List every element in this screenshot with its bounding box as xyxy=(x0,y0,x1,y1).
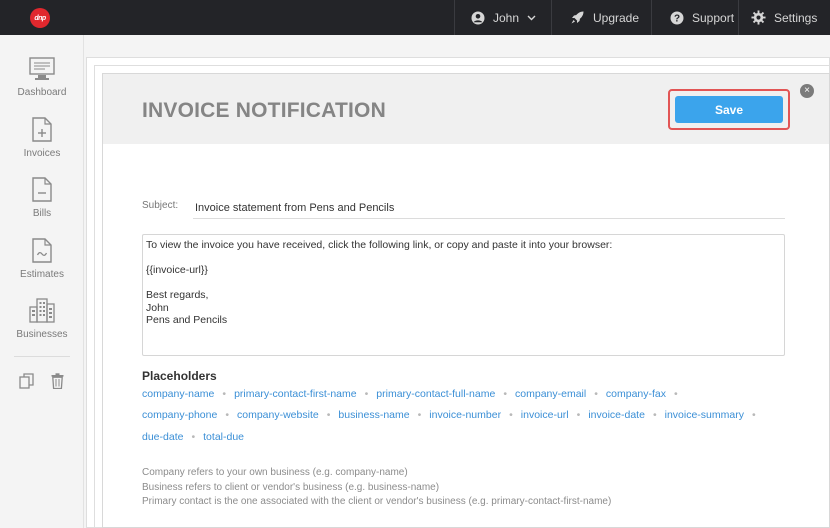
sidebar-item-label: Invoices xyxy=(23,148,61,159)
sidebar-item-label: Businesses xyxy=(16,329,68,340)
save-button[interactable]: Save xyxy=(675,96,783,123)
placeholder-link[interactable]: total-due xyxy=(203,431,244,443)
support-link[interactable]: ? Support xyxy=(651,0,738,35)
svg-text:?: ? xyxy=(674,13,680,24)
copy-button[interactable] xyxy=(19,373,34,394)
placeholder-link[interactable]: company-website xyxy=(237,409,319,421)
copy-icon xyxy=(19,373,34,389)
sidebar-item-label: Bills xyxy=(32,208,52,219)
subject-input[interactable] xyxy=(193,197,785,219)
top-bar: dnp John Upgrade ? Support Settings xyxy=(0,0,830,35)
user-icon xyxy=(471,11,485,25)
subject-label: Subject: xyxy=(142,200,179,211)
settings-link[interactable]: Settings xyxy=(738,0,830,35)
placeholder-link[interactable]: company-email xyxy=(515,388,586,400)
invoice-icon xyxy=(32,117,52,142)
placeholder-row: due-date • total-due xyxy=(142,431,245,443)
monitor-icon xyxy=(29,57,55,80)
estimate-icon xyxy=(32,238,52,263)
buildings-icon xyxy=(29,298,55,323)
placeholder-link[interactable]: business-name xyxy=(338,409,409,421)
bill-icon xyxy=(32,177,52,202)
trash-button[interactable] xyxy=(51,373,64,394)
close-icon[interactable]: × xyxy=(800,84,814,98)
upgrade-link[interactable]: Upgrade xyxy=(551,0,651,35)
page-title: INVOICE NOTIFICATION xyxy=(142,99,386,122)
sidebar-item-estimates[interactable]: Estimates xyxy=(0,238,84,280)
placeholder-row: company-name • primary-contact-first-name •… xyxy=(142,388,678,400)
placeholder-row: company-phone • company-website • business-n… xyxy=(142,409,756,421)
sidebar-item-bills[interactable]: Bills xyxy=(0,177,84,219)
message-body-textarea[interactable]: To view the invoice you have received, c… xyxy=(142,234,785,356)
placeholder-link[interactable]: company-fax xyxy=(606,388,666,400)
placeholder-link[interactable]: due-date xyxy=(142,431,183,443)
sidebar-item-label: Dashboard xyxy=(17,87,67,98)
user-menu[interactable]: John xyxy=(454,0,551,35)
dialog-header: INVOICE NOTIFICATION Save × xyxy=(103,74,829,144)
settings-label: Settings xyxy=(774,10,818,25)
placeholder-link[interactable]: invoice-number xyxy=(429,409,501,421)
sidebar-item-invoices[interactable]: Invoices xyxy=(0,117,84,159)
placeholder-link[interactable]: primary-contact-first-name xyxy=(234,388,357,400)
sidebar-divider xyxy=(14,356,70,357)
question-icon: ? xyxy=(670,11,684,25)
help-note: Primary contact is the one associated wi… xyxy=(142,496,612,507)
invoice-notification-dialog: INVOICE NOTIFICATION Save × Subject: To … xyxy=(102,73,830,528)
placeholders-title: Placeholders xyxy=(142,369,217,383)
rocket-icon xyxy=(570,10,585,25)
sidebar-item-label: Estimates xyxy=(20,269,64,280)
app-logo[interactable]: dnp xyxy=(30,8,50,28)
save-button-highlight: Save xyxy=(668,89,790,130)
placeholder-link[interactable]: invoice-summary xyxy=(665,409,744,421)
support-label: Support xyxy=(692,10,735,25)
placeholder-link[interactable]: company-name xyxy=(142,388,214,400)
sidebar-item-businesses[interactable]: Businesses xyxy=(0,298,84,340)
placeholder-link[interactable]: company-phone xyxy=(142,409,217,421)
top-nav: John Upgrade ? Support Settings xyxy=(454,0,830,35)
placeholder-link[interactable]: invoice-url xyxy=(521,409,569,421)
chevron-down-icon xyxy=(527,15,536,21)
placeholder-link[interactable]: invoice-date xyxy=(588,409,645,421)
help-note: Business refers to client or vendor's bu… xyxy=(142,482,440,493)
placeholder-link[interactable]: primary-contact-full-name xyxy=(376,388,495,400)
trash-icon xyxy=(51,373,64,390)
help-note: Company refers to your own business (e.g… xyxy=(142,467,408,478)
user-name: John xyxy=(493,10,520,25)
sidebar: Dashboard Invoices Bills Estimates Busin… xyxy=(0,35,84,528)
upgrade-label: Upgrade xyxy=(593,10,640,25)
sidebar-item-dashboard[interactable]: Dashboard xyxy=(0,57,84,98)
gear-icon xyxy=(751,10,766,25)
